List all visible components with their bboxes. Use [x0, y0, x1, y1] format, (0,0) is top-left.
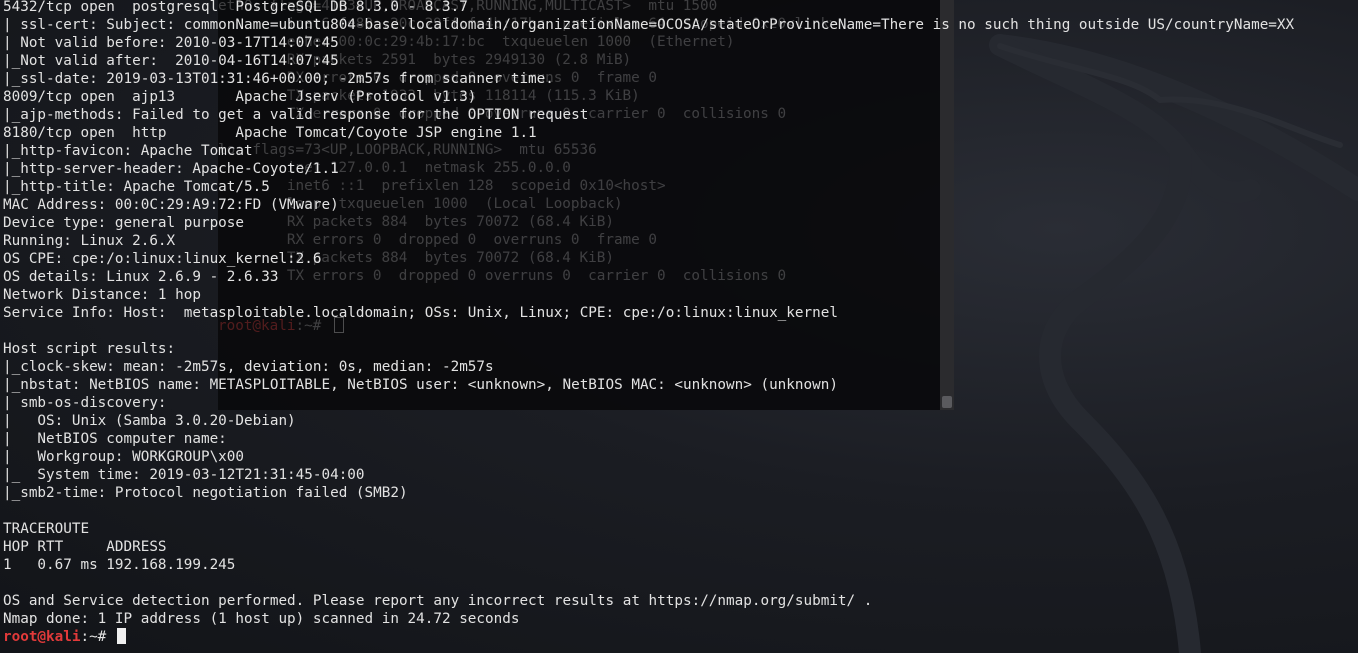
terminal-line: | OS: Unix (Samba 3.0.20-Debian) [3, 413, 296, 429]
terminal-line: OS and Service detection performed. Plea… [3, 593, 873, 609]
terminal-line: |_ System time: 2019-03-12T21:31:45-04:0… [3, 467, 365, 483]
background-terminal-line: RX packets 884 bytes 70072 (68.4 KiB) [218, 214, 614, 230]
terminal-line: | NetBIOS computer name: [3, 431, 227, 447]
terminal-line: Device type: general purpose [3, 215, 245, 231]
terminal-line: OS CPE: cpe:/o:linux:linux_kernel:2.6 [3, 251, 322, 267]
prompt-user: root@kali [3, 629, 81, 645]
terminal-line: |_Not valid after: 2010-04-16T14:07:45 [3, 53, 339, 69]
terminal-line: | Workgroup: WORKGROUP\x00 [3, 449, 245, 465]
terminal-line: MAC Address: 00:0C:29:A9:72:FD (VMware) [3, 197, 339, 213]
terminal-line: TRACEROUTE [3, 521, 90, 537]
background-terminal-scrollbar[interactable] [940, 0, 954, 410]
background-terminal-line: TX errors 0 dropped 0 overruns 0 carrier… [218, 268, 787, 284]
background-terminal-line: RX errors 0 dropped 0 overruns 0 frame 0 [218, 232, 657, 248]
prompt-rest: :~# [80, 629, 115, 645]
terminal-line: Nmap done: 1 IP address (1 host up) scan… [3, 611, 520, 627]
terminal-line: Network Distance: 1 hop [3, 287, 201, 303]
terminal-line: 1 0.67 ms 192.168.199.245 [3, 557, 236, 573]
terminal-line: |_nbstat: NetBIOS name: METASPLOITABLE, … [3, 377, 838, 393]
terminal-line: HOP RTT ADDRESS [3, 539, 167, 555]
terminal-line: | ssl-cert: Subject: commonName=ubuntu80… [3, 17, 1295, 33]
text-cursor [116, 628, 126, 644]
terminal-line: Host script results: [3, 341, 176, 357]
terminal-line: |_clock-skew: mean: -2m57s, deviation: 0… [3, 359, 494, 375]
terminal-line: | smb-os-discovery: [3, 395, 167, 411]
terminal-line: |_ajp-methods: Failed to get a valid res… [3, 107, 589, 123]
background-terminal-line: lo: flags=73<UP,LOOPBACK,RUNNING> mtu 65… [218, 142, 597, 158]
terminal-line: |_http-server-header: Apache-Coyote/1.1 [3, 161, 339, 177]
terminal-line: 8180/tcp open http Apache Tomcat/Coyote … [3, 125, 537, 141]
terminal-line: 5432/tcp open postgresql PostgreSQL DB 8… [3, 0, 468, 15]
scrollbar-thumb[interactable] [942, 396, 952, 408]
terminal-line: Service Info: Host: metasploitable.local… [3, 305, 838, 321]
terminal-line: |_ssl-date: 2019-03-13T01:31:46+00:00; -… [3, 71, 554, 87]
terminal-line: 8009/tcp open ajp13 Apache Jserv (Protoc… [3, 89, 477, 105]
terminal-line: Running: Linux 2.6.X [3, 233, 176, 249]
terminal-line: OS details: Linux 2.6.9 - 2.6.33 [3, 269, 279, 285]
terminal-line: |_http-favicon: Apache Tomcat [3, 143, 253, 159]
terminal-line: |_http-title: Apache Tomcat/5.5 [3, 179, 270, 195]
terminal-line: | Not valid before: 2010-03-17T14:07:45 [3, 35, 339, 51]
background-terminal-line: inet6 ::1 prefixlen 128 scopeid 0x10<hos… [218, 178, 666, 194]
terminal-prompt[interactable]: root@kali:~# [3, 628, 126, 646]
terminal-line: |_smb2-time: Protocol negotiation failed… [3, 485, 408, 501]
